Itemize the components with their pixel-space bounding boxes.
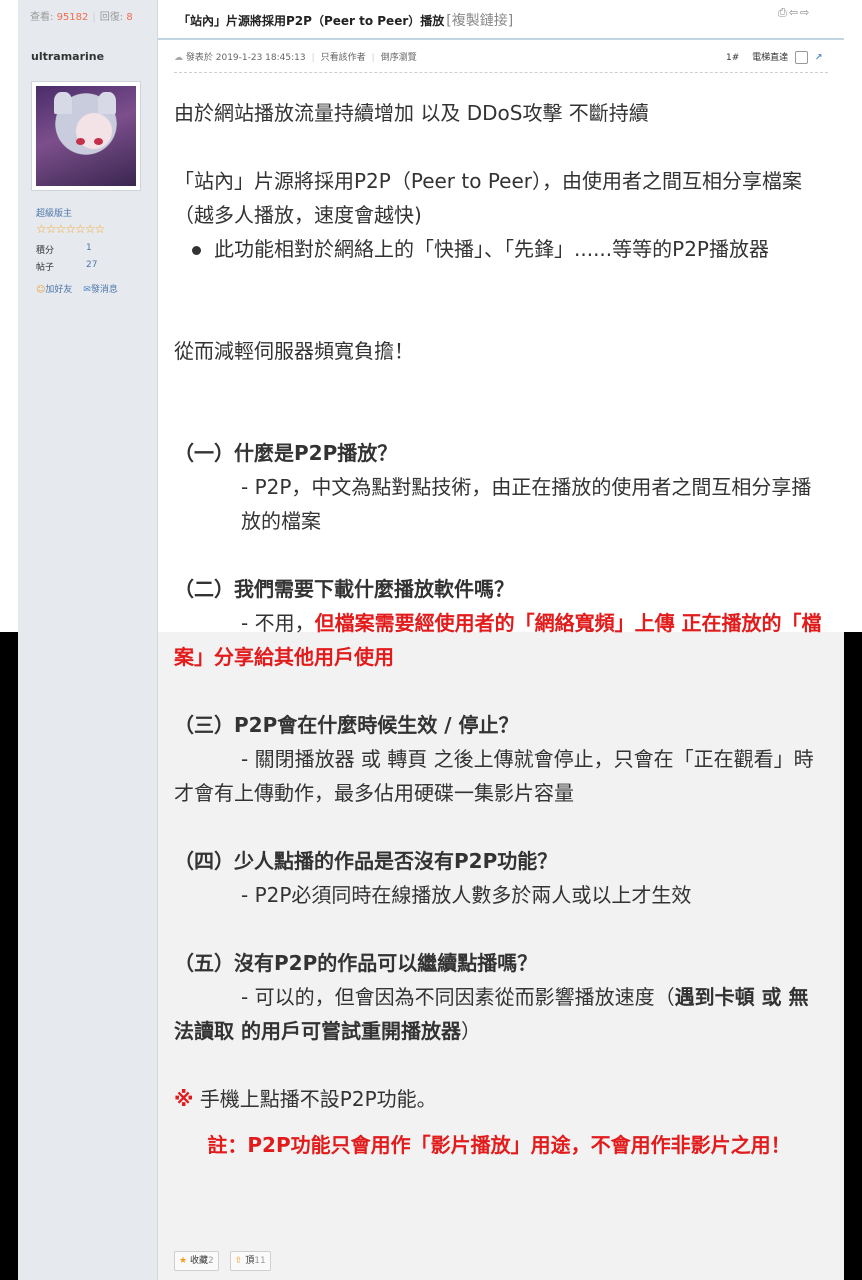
message-icon: ✉ [83,285,91,295]
avatar-image [36,86,136,186]
faq-q4-answer: - P2P必須同時在線播放人數多於兩人或以上才生效 [241,883,692,907]
faq-q3-answer: - 關閉播放器 或 轉頁 之後上傳就會停止，只會在「正在觀看」時才會有上傳動作，… [174,747,814,805]
avatar[interactable] [31,81,141,191]
replies-label: 回復: [99,12,124,23]
post-meta: ☁ 發表於 2019-1-23 18:45:13 | 只看該作者 | 倒序瀏覽 [174,53,417,63]
rank-stars: ☆☆☆☆☆☆☆ [36,222,105,236]
faq-q4-title: （四）少人點播的作品是否沒有P2P功能？ [174,849,558,873]
intro-paragraph: 由於網站播放流量持續增加 以及 DDoS攻擊 不斷持續 [174,101,649,125]
top-button[interactable]: ⇧ 頂11 [229,1251,271,1271]
thread-title-text: 「站內」片源將採用P2P（Peer to Peer）播放 [178,14,445,28]
next-thread-icon[interactable]: ⇨ [800,6,811,19]
elevator-input[interactable] [795,51,809,64]
faq-q1-title: （一）什麼是P2P播放？ [174,441,398,465]
add-friend-icon: ☺ [36,285,46,295]
thread-stats: 查看: 95182 | 回復: 8 [30,12,133,23]
elevator-label: 電梯直達 [752,53,789,63]
faq-q1-answer: - P2P，中文為點對點技術，由正在播放的使用者之間互相分享播放的檔案 [241,475,812,533]
avatar-ear-left [54,92,72,114]
avatar-eye-left [76,138,85,145]
avatar-ear-right [98,92,116,114]
points-value[interactable]: 1 [86,243,92,253]
online-status-icon: ☁ [174,53,183,63]
floor-number[interactable]: 1# [726,53,739,63]
post-action-buttons: ★ 收藏2 ⇧ 頂11 [174,1248,277,1271]
prev-thread-icon[interactable]: ⇦ [789,6,800,19]
views-label: 查看: [30,12,54,23]
favorite-button[interactable]: ★ 收藏2 [174,1251,219,1271]
add-friend-button[interactable]: ☺加好友 [36,285,72,295]
faq-q2-answer: - 不用，但檔案需要經使用者的「網絡寬頻」上傳 正在播放的「檔案」分享給其他用戶… [174,611,822,669]
print-icon[interactable]: ⎙ [778,6,789,19]
reference-mark-icon: ※ [174,1087,194,1111]
thread-title: 「站內」片源將採用P2P（Peer to Peer）播放 [複製鏈接] [178,10,513,30]
bandwidth-note: 從而減輕伺服器頻寬負擔！ [174,339,414,363]
post-date: 發表於 2019-1-23 18:45:13 [185,53,306,63]
posts-row: 帖子 27 [36,260,97,273]
author-sidebar [18,0,158,1280]
title-divider [158,38,844,40]
bullet-icon [192,246,201,255]
copy-link[interactable]: [複製鏈接] [446,13,513,29]
user-rank: 超級版主 [36,209,73,219]
author-name[interactable]: ultramarine [31,50,104,63]
mobile-note: ※ 手機上點播不設P2P功能。 [174,1087,437,1111]
posts-label: 帖子 [36,263,55,273]
elevator-go-icon[interactable]: ↗ [815,53,823,63]
avatar-eye-right [94,138,103,145]
floor-bar: 1# 電梯直達 ↗ [726,50,822,64]
faq-q3-title: （三）P2P會在什麼時候生效 / 停止？ [174,713,519,737]
views-count: 95182 [56,12,89,23]
author-actions: ☺加好友 ✉發消息 [36,282,118,295]
meta-divider [174,72,828,73]
reverse-order-link[interactable]: 倒序瀏覽 [381,53,417,63]
points-row: 積分 1 [36,243,92,256]
points-label: 積分 [36,246,55,256]
replies-count: 8 [126,12,133,23]
posts-value[interactable]: 27 [86,260,97,270]
author-only-link[interactable]: 只看該作者 [321,53,366,63]
send-message-button[interactable]: ✉發消息 [75,285,118,295]
faq-q2-title: （二）我們需要下載什麼播放軟件嗎？ [174,577,514,601]
thumb-up-icon: ⇧ [234,1256,243,1266]
list-item: 此功能相對於網絡上的「快播」、「先鋒」......等等的P2P播放器 [174,232,824,266]
faq-q5-title: （五）沒有P2P的作品可以繼續點播嗎？ [174,951,538,975]
thread-tools: ⎙⇦⇨ [778,6,811,20]
p2p-announcement: 「站內」片源將採用P2P（Peer to Peer），由使用者之間互相分享檔案（… [174,169,802,227]
faq-q5-answer: - 可以的，但會因為不同因素從而影響播放速度（遇到卡頓 或 無法讀取 的用戶可嘗… [174,985,809,1043]
post-content: 由於網站播放流量持續增加 以及 DDoS攻擊 不斷持續 「站內」片源將採用P2P… [174,96,824,1162]
star-icon: ★ [179,1256,188,1266]
footnote: 註：P2P功能只會用作「影片播放」用途，不會用作非影片之用！ [207,1133,791,1157]
